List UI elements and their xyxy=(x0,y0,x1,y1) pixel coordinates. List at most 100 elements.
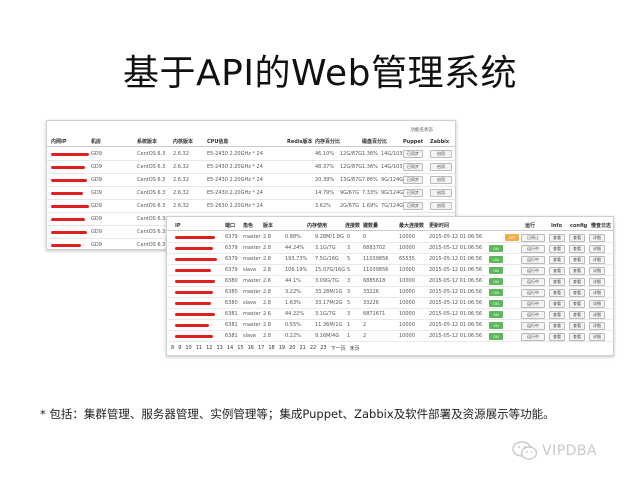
slowlog-detail-button[interactable]: 详细 xyxy=(589,332,605,341)
disk-percent-cell: 1.36% xyxy=(362,164,378,170)
run-status-button[interactable]: 运行中 xyxy=(521,332,545,341)
slowlog-detail-button[interactable]: 详细 xyxy=(589,244,605,253)
redacted-ip xyxy=(51,153,89,156)
slowlog-detail-button[interactable]: 详细 xyxy=(589,277,605,286)
zabbix-enable-button[interactable]: 启用 xyxy=(430,189,452,197)
slowlog-detail-button[interactable]: 详细 xyxy=(589,299,605,308)
slowlog-detail-button[interactable]: 详细 xyxy=(589,266,605,275)
config-view-button[interactable]: 查看 xyxy=(569,321,585,330)
slowlog-detail-button[interactable]: 详细 xyxy=(589,288,605,297)
instance-row: 6381 slave 2.8 0.22% 9.16M/4G 1 2 10000 2015-05-… xyxy=(167,331,613,342)
info-view-button[interactable]: 查看 xyxy=(549,244,565,253)
redacted-ip xyxy=(175,324,209,327)
page-link[interactable]: 15 xyxy=(237,345,243,352)
page-link[interactable]: 下一页 xyxy=(331,345,346,352)
puppet-sync-button[interactable]: 已同步 xyxy=(403,163,423,171)
config-view-button[interactable]: 查看 xyxy=(569,310,585,319)
config-view-button[interactable]: 查看 xyxy=(569,233,585,242)
info-view-button[interactable]: 查看 xyxy=(549,288,565,297)
mem-total-cell: 3.1G/7G xyxy=(315,311,336,317)
version-cell: 2.8 xyxy=(263,322,271,328)
info-view-button[interactable]: 查看 xyxy=(549,255,565,264)
zabbix-enable-button[interactable]: 启用 xyxy=(430,150,452,158)
config-view-button[interactable]: 查看 xyxy=(569,255,585,264)
room-cell: GD9 xyxy=(91,190,102,196)
time-cell: 2015-05-12 01:06:56 xyxy=(429,333,483,339)
page-link[interactable]: 20 xyxy=(289,345,295,352)
page-link[interactable]: 13 xyxy=(217,345,223,352)
run-status-button[interactable]: 已停止 xyxy=(521,233,545,242)
status-toggle[interactable]: OFF xyxy=(505,234,519,241)
info-view-button[interactable]: 查看 xyxy=(549,310,565,319)
status-toggle[interactable]: ON xyxy=(489,245,503,252)
status-toggle[interactable]: ON xyxy=(489,322,503,329)
page-link[interactable]: 11 xyxy=(196,345,202,352)
status-toggle[interactable]: ON xyxy=(489,333,503,340)
header-time: 更新时间 xyxy=(429,223,450,229)
info-view-button[interactable]: 查看 xyxy=(549,299,565,308)
puppet-sync-button[interactable]: 已同步 xyxy=(403,202,423,210)
puppet-sync-button[interactable]: 已同步 xyxy=(403,150,423,158)
info-view-button[interactable]: 查看 xyxy=(549,277,565,286)
info-view-button[interactable]: 查看 xyxy=(549,233,565,242)
page-link[interactable]: 末页 xyxy=(350,345,360,352)
header-role: 角色 xyxy=(243,223,254,229)
version-cell: 2.8 xyxy=(263,267,271,273)
page-link[interactable]: 12 xyxy=(206,345,212,352)
page-link[interactable]: 23 xyxy=(320,345,326,352)
mem-percent-cell: 0.88% xyxy=(285,234,301,240)
status-toggle[interactable]: ON xyxy=(489,300,503,307)
page-link[interactable]: 9 xyxy=(178,345,181,352)
status-toggle[interactable]: ON xyxy=(489,311,503,318)
page-link[interactable]: 17 xyxy=(258,345,264,352)
cpu-cell: E5-2430 2.20GHz * 24 xyxy=(207,164,263,170)
run-status-button[interactable]: 运行中 xyxy=(521,255,545,264)
page-link[interactable]: 16 xyxy=(248,345,254,352)
header-os: 系统版本 xyxy=(137,139,158,145)
zabbix-enable-button[interactable]: 启用 xyxy=(430,176,452,184)
puppet-sync-button[interactable]: 已同步 xyxy=(403,176,423,184)
config-view-button[interactable]: 查看 xyxy=(569,299,585,308)
config-view-button[interactable]: 查看 xyxy=(569,288,585,297)
page-link[interactable]: 21 xyxy=(300,345,306,352)
status-toggle[interactable]: ON xyxy=(489,256,503,263)
puppet-sync-button[interactable]: 已同步 xyxy=(403,189,423,197)
watermark-text: VIPDBA xyxy=(542,443,598,459)
slowlog-detail-button[interactable]: 详细 xyxy=(589,310,605,319)
version-cell: 2.6 xyxy=(263,278,271,284)
run-status-button[interactable]: 运行中 xyxy=(521,266,545,275)
status-toggle[interactable]: ON xyxy=(489,289,503,296)
info-view-button[interactable]: 查看 xyxy=(549,266,565,275)
page-link[interactable]: 22 xyxy=(310,345,316,352)
info-view-button[interactable]: 查看 xyxy=(549,332,565,341)
status-toggle[interactable]: ON xyxy=(489,267,503,274)
run-status-button[interactable]: 运行中 xyxy=(521,288,545,297)
panel-corner-label: 功能名状态 xyxy=(410,128,434,133)
page-link[interactable]: 14 xyxy=(227,345,233,352)
page-link[interactable]: 18 xyxy=(268,345,274,352)
mem-percent-cell: 46.10% xyxy=(315,151,335,157)
info-view-button[interactable]: 查看 xyxy=(549,321,565,330)
run-status-button[interactable]: 运行中 xyxy=(521,299,545,308)
disk-total-cell: 9G/124G xyxy=(381,177,404,183)
page-link[interactable]: 10 xyxy=(185,345,191,352)
slowlog-detail-button[interactable]: 详细 xyxy=(589,321,605,330)
run-status-button[interactable]: 运行中 xyxy=(521,321,545,330)
run-status-button[interactable]: 运行中 xyxy=(521,310,545,319)
run-status-button[interactable]: 运行中 xyxy=(521,277,545,286)
page-link[interactable]: 8 xyxy=(171,345,174,352)
mem-percent-cell: 14.79% xyxy=(315,190,335,196)
zabbix-enable-button[interactable]: 启用 xyxy=(430,163,452,171)
config-view-button[interactable]: 查看 xyxy=(569,244,585,253)
zabbix-enable-button[interactable]: 启用 xyxy=(430,202,452,210)
status-toggle[interactable]: ON xyxy=(489,278,503,285)
page-link[interactable]: 19 xyxy=(279,345,285,352)
config-view-button[interactable]: 查看 xyxy=(569,332,585,341)
cpu-cell: E5-2430 2.20GHz * 24 xyxy=(207,151,263,157)
slowlog-detail-button[interactable]: 详细 xyxy=(589,255,605,264)
run-status-button[interactable]: 运行中 xyxy=(521,244,545,253)
config-view-button[interactable]: 查看 xyxy=(569,266,585,275)
slowlog-detail-button[interactable]: 详细 xyxy=(589,233,605,242)
config-view-button[interactable]: 查看 xyxy=(569,277,585,286)
pagination: 8 9 10 11 12 13 14 15 16 17 18 19 20 21 22 23 下一页 末页 xyxy=(171,345,360,352)
